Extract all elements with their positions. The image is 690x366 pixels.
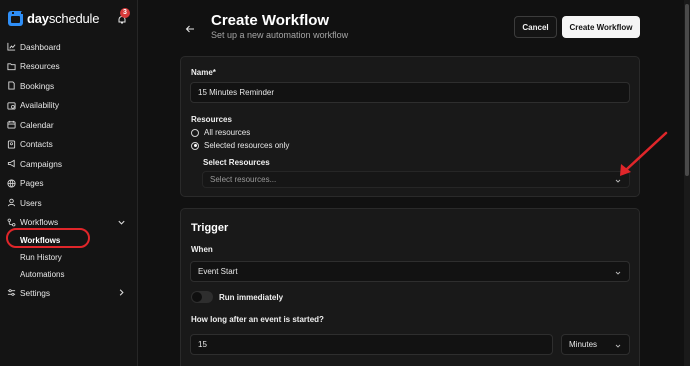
scrollbar[interactable] xyxy=(684,0,690,366)
sidebar-item-label: Campaigns xyxy=(20,158,62,169)
sidebar-item-label: Contacts xyxy=(20,139,53,150)
trigger-card: Trigger When Event Start Run immediately… xyxy=(180,208,640,366)
sidebar-item-label: Resources xyxy=(20,61,60,72)
folder-icon xyxy=(7,62,16,71)
sidebar-item-pages[interactable]: Pages xyxy=(0,174,138,194)
chart-icon xyxy=(7,42,16,51)
brand-name: dayschedule xyxy=(27,10,100,26)
sidebar-item-users[interactable]: Users xyxy=(0,193,138,213)
calendar-icon xyxy=(7,120,16,129)
contacts-icon xyxy=(7,140,16,149)
main-content: Create Workflow Set up a new automation … xyxy=(138,0,690,366)
when-select-value: Event Start xyxy=(198,267,238,276)
sidebar-item-label: Users xyxy=(20,197,42,208)
brand-logo[interactable]: dayschedule xyxy=(8,8,99,28)
run-immediately-toggle[interactable] xyxy=(191,291,213,303)
sidebar-item-label: Pages xyxy=(20,178,44,189)
radio-all-resources[interactable]: All resources xyxy=(191,128,250,137)
sidebar-item-label: Settings xyxy=(20,287,50,298)
select-resources-placeholder: Select resources... xyxy=(210,175,277,184)
chevron-down-icon xyxy=(615,177,621,183)
page-subtitle: Set up a new automation workflow xyxy=(211,30,349,40)
name-label: Name* xyxy=(191,68,216,77)
when-select[interactable]: Event Start xyxy=(190,261,630,282)
sidebar-item-label: Dashboard xyxy=(20,41,61,52)
sidebar-nav: Dashboard Resources Bookings Availabilit… xyxy=(0,37,138,303)
megaphone-icon xyxy=(7,159,16,168)
calendar-clock-icon xyxy=(7,101,16,110)
sidebar-item-availability[interactable]: Availability xyxy=(0,96,138,116)
resources-label: Resources xyxy=(191,115,232,124)
radio-selected-resources[interactable]: Selected resources only xyxy=(191,141,289,150)
run-immediately-label: Run immediately xyxy=(219,293,284,302)
sidebar-item-resources[interactable]: Resources xyxy=(0,57,138,77)
sidebar-item-label: Workflows xyxy=(20,217,59,228)
delay-amount-input[interactable]: 15 xyxy=(190,334,553,355)
sliders-icon xyxy=(7,288,16,297)
sidebar-item-label: Availability xyxy=(20,100,60,111)
sidebar-item-label: Bookings xyxy=(20,80,55,91)
select-resources-dropdown[interactable]: Select resources... xyxy=(202,171,630,188)
sidebar-item-label: Calendar xyxy=(20,119,54,130)
sidebar-item-settings[interactable]: Settings xyxy=(0,283,138,303)
chevron-right-icon[interactable] xyxy=(117,288,126,297)
sidebar-item-bookings[interactable]: Bookings xyxy=(0,76,138,96)
delay-label: How long after an event is started? xyxy=(191,315,324,324)
notification-badge: 3 xyxy=(120,8,130,18)
globe-icon xyxy=(7,179,16,188)
radio-button-selected[interactable] xyxy=(191,141,199,150)
trigger-title: Trigger xyxy=(191,222,229,234)
sidebar-item-contacts[interactable]: Contacts xyxy=(0,135,138,155)
select-resources-label: Select Resources xyxy=(203,158,270,167)
delay-unit-select[interactable]: Minutes xyxy=(561,334,630,355)
sidebar-subitem-automations[interactable]: Automations xyxy=(0,266,138,283)
radio-button[interactable] xyxy=(191,128,199,137)
sidebar: dayschedule 3 Dashboard Resources Bookin… xyxy=(0,0,138,366)
scrollbar-thumb[interactable] xyxy=(685,4,689,176)
calendar-logo-icon xyxy=(8,10,23,26)
delay-unit-value: Minutes xyxy=(569,340,598,349)
sidebar-item-campaigns[interactable]: Campaigns xyxy=(0,154,138,174)
page-title: Create Workflow xyxy=(211,12,330,29)
sidebar-item-dashboard[interactable]: Dashboard xyxy=(0,37,138,57)
radio-label: Selected resources only xyxy=(204,141,290,150)
document-icon xyxy=(7,81,16,90)
annotation-highlight-oval xyxy=(6,228,90,248)
create-workflow-button[interactable]: Create Workflow xyxy=(562,16,640,38)
chevron-down-icon xyxy=(615,342,621,348)
when-label: When xyxy=(191,245,213,254)
chevron-down-icon xyxy=(615,269,621,275)
sidebar-subitem-run-history[interactable]: Run History xyxy=(0,249,138,266)
back-arrow-icon[interactable] xyxy=(185,21,195,33)
name-input[interactable]: 15 Minutes Reminder xyxy=(190,82,630,103)
chevron-down-icon[interactable] xyxy=(117,218,126,227)
cancel-button[interactable]: Cancel xyxy=(514,16,557,38)
workflow-details-card: Name* 15 Minutes Reminder Resources All … xyxy=(180,56,640,197)
user-icon xyxy=(7,198,16,207)
radio-label: All resources xyxy=(204,128,251,137)
workflow-icon xyxy=(7,218,16,227)
sidebar-item-calendar[interactable]: Calendar xyxy=(0,115,138,135)
